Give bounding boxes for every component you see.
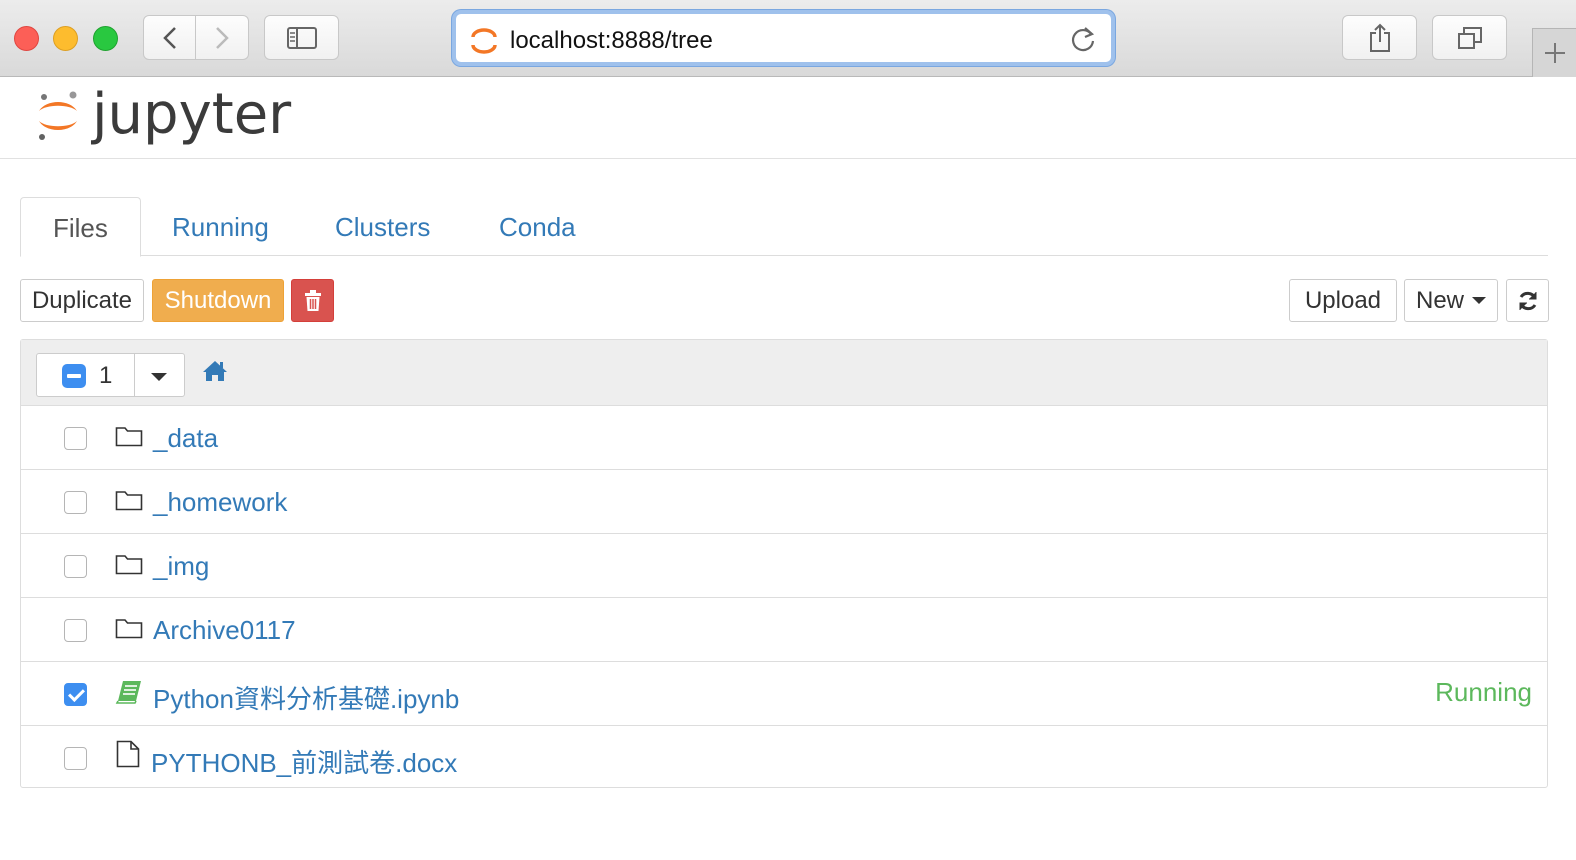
list-item[interactable]: Python資料分析基礎.ipynb Running [21,662,1547,726]
new-dropdown-button[interactable]: New [1404,279,1498,322]
folder-icon [115,488,143,517]
address-bar[interactable]: localhost:8888/tree [452,10,1115,66]
forward-button[interactable] [196,15,249,60]
home-icon[interactable] [202,360,228,387]
item-name[interactable]: PYTHONB_前測試卷.docx [151,743,457,780]
chevron-right-icon [216,26,229,49]
item-name[interactable]: Python資料分析基礎.ipynb [153,679,459,716]
url-text: localhost:8888/tree [510,27,713,54]
file-list-header: 1 [21,340,1547,406]
list-item[interactable]: _img [21,534,1547,598]
item-checkbox[interactable] [64,747,87,770]
item-name[interactable]: _homework [153,487,287,518]
folder-icon [115,552,143,581]
new-label: New [1416,286,1465,314]
tab-conda[interactable]: Conda [467,197,608,256]
delete-button[interactable] [291,279,334,322]
new-tab-button[interactable] [1532,28,1576,77]
partial-select-checkbox[interactable] [62,364,86,388]
selector-divider [134,354,135,396]
running-status-label: Running [1435,677,1532,707]
item-checkbox[interactable] [64,683,87,706]
notebook-icon [115,680,143,709]
chevron-left-icon [162,26,176,49]
plus-icon [1544,43,1565,63]
site-header: jupyter [0,77,1576,159]
back-button[interactable] [143,15,196,60]
share-icon [1369,23,1390,52]
caret-down-icon [1472,297,1487,304]
item-name[interactable]: _data [153,423,218,454]
logo-text: jupyter [92,82,292,147]
list-item[interactable]: PYTHONB_前測試卷.docx [21,726,1547,790]
file-icon [116,740,140,773]
select-all-dropdown[interactable]: 1 [36,353,185,397]
caret-down-icon[interactable] [151,373,167,381]
item-name[interactable]: _img [153,551,209,582]
jupyter-favicon-icon [470,27,498,60]
share-button[interactable] [1342,15,1417,60]
tab-clusters[interactable]: Clusters [303,197,462,256]
file-list: 1 _data _homework _img Archive0117 Pytho… [20,339,1548,788]
duplicate-button[interactable]: Duplicate [20,279,144,322]
upload-button[interactable]: Upload [1289,279,1397,322]
item-checkbox[interactable] [64,427,87,450]
reload-icon[interactable] [1069,25,1097,58]
close-window-button[interactable] [14,26,39,51]
selected-count: 1 [99,362,113,389]
minimize-window-button[interactable] [53,26,78,51]
sidebar-icon [286,26,317,49]
jupyter-logo[interactable]: jupyter [36,85,291,145]
refresh-icon [1519,291,1536,310]
item-name[interactable]: Archive0117 [153,615,296,646]
item-checkbox[interactable] [64,491,87,514]
sidebar-toggle-button[interactable] [264,15,339,60]
trash-icon [304,289,321,311]
tabs-overview-button[interactable] [1432,15,1507,60]
tabs-icon [1457,26,1482,49]
item-checkbox[interactable] [64,619,87,642]
folder-icon [115,616,143,645]
list-item[interactable]: Archive0117 [21,598,1547,662]
tab-bar: Files Running Clusters Conda [20,197,1548,257]
refresh-button[interactable] [1506,279,1549,322]
jupyter-logo-icon [39,91,77,140]
tab-files[interactable]: Files [20,197,141,257]
folder-icon [115,424,143,453]
shutdown-button[interactable]: Shutdown [152,279,284,322]
zoom-window-button[interactable] [93,26,118,51]
item-checkbox[interactable] [64,555,87,578]
list-item[interactable]: _homework [21,470,1547,534]
tab-running[interactable]: Running [140,197,301,256]
list-item[interactable]: _data [21,406,1547,470]
browser-toolbar: localhost:8888/tree [0,0,1576,77]
